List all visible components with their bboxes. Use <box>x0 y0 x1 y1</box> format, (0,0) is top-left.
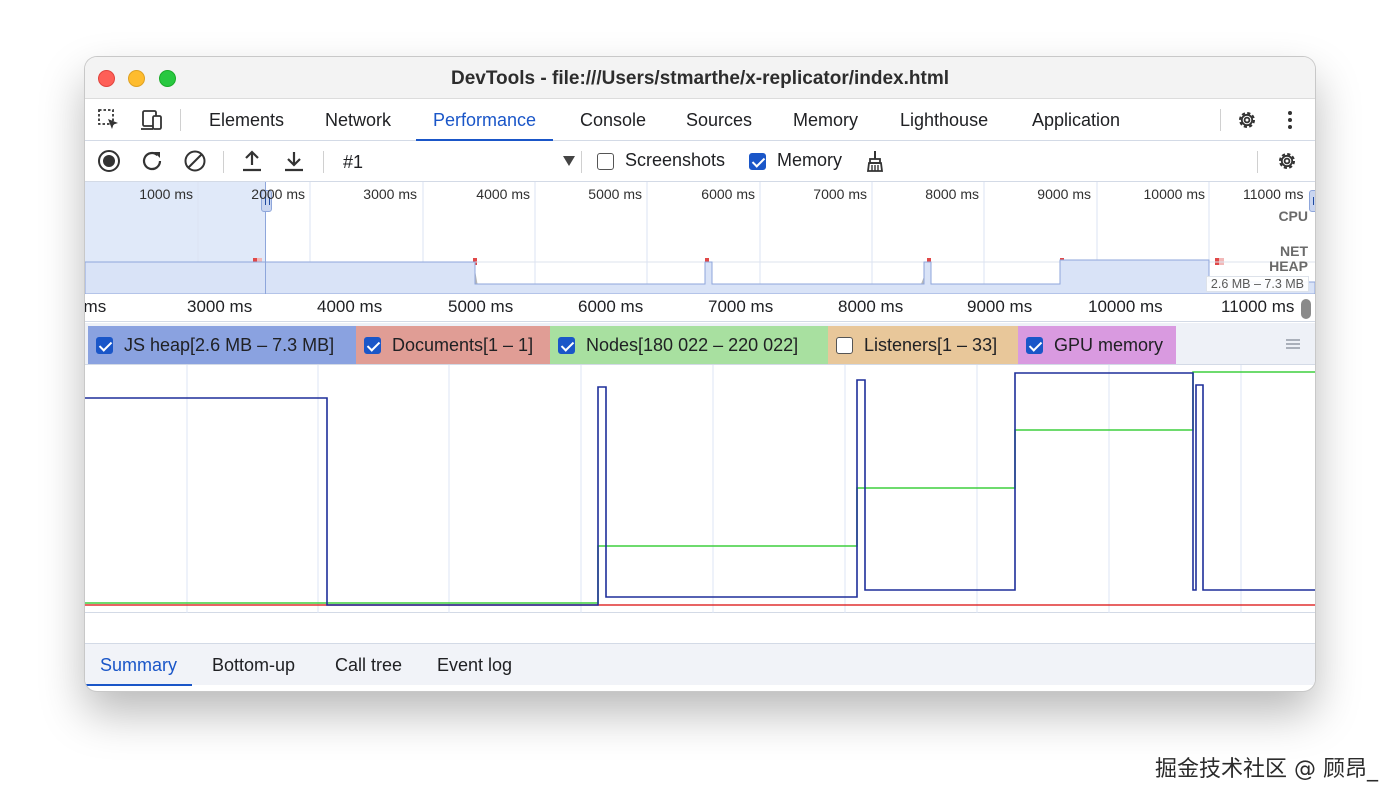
record-icon[interactable] <box>97 149 121 173</box>
screenshots-label: Screenshots <box>625 150 726 170</box>
legend-js-heap[interactable]: JS heap[2.6 MB – 7.3 MB] <box>88 326 356 364</box>
js-heap-label: JS heap[2.6 MB – 7.3 MB] <box>124 335 335 355</box>
overview-tick: 6000 ms <box>701 186 755 202</box>
overview-tick: 8000 ms <box>925 186 979 202</box>
ruler-tick: 6000 ms <box>578 297 644 316</box>
overview-tick: 4000 ms <box>476 186 530 202</box>
tab-separator <box>180 109 181 131</box>
listeners-label: Listeners[1 – 33] <box>864 335 998 355</box>
legend-gpu-memory[interactable]: GPU memory <box>1018 326 1176 364</box>
legend-nodes[interactable]: Nodes[180 022 – 220 022] <box>550 326 828 364</box>
ruler-scrollbar[interactable] <box>1301 299 1311 319</box>
chevron-down-icon <box>563 156 575 166</box>
ruler-tick: 3000 ms <box>187 297 253 316</box>
gpu-memory-label: GPU memory <box>1054 335 1164 355</box>
overview-tick: 9000 ms <box>1037 186 1091 202</box>
memory-checkbox[interactable] <box>749 153 766 170</box>
clear-icon[interactable] <box>183 149 207 173</box>
js-heap-checkbox[interactable] <box>96 337 113 354</box>
ruler-tick: 8000 ms <box>838 297 904 316</box>
window-title: DevTools - file:///Users/stmarthe/x-repl… <box>451 68 949 89</box>
reload-record-icon[interactable] <box>140 149 164 173</box>
ruler-tick: 5000 ms <box>448 297 514 316</box>
memory-counters-legend: JS heap[2.6 MB – 7.3 MB] Documents[1 – 1… <box>85 323 1315 365</box>
nodes-series-line <box>85 371 1315 604</box>
tab-network[interactable]: Network <box>308 99 408 141</box>
overview-tick: 2000 ms <box>251 186 305 202</box>
recording-select-value: #1 <box>343 152 364 172</box>
timeline-ruler: 2000 ms 3000 ms 4000 ms 5000 ms 6000 ms … <box>85 294 1315 322</box>
performance-toolbar: #1 Screenshots Memory <box>85 141 1315 182</box>
capture-settings-gear-icon[interactable] <box>1275 149 1299 173</box>
overview-tick: 10000 ms <box>1143 186 1205 202</box>
toolbar-separator <box>581 151 582 173</box>
ruler-tick: 7000 ms <box>708 297 774 316</box>
toolbar-separator <box>223 151 224 173</box>
collect-garbage-broom-icon[interactable] <box>863 149 887 173</box>
ruler-tick: 9000 ms <box>967 297 1033 316</box>
tab-performance[interactable]: Performance <box>416 99 554 141</box>
ruler-tick: 11000 ms <box>1221 297 1295 316</box>
tab-lighthouse[interactable]: Lighthouse <box>883 99 1005 141</box>
ruler-tick: 10000 ms <box>1088 297 1163 316</box>
timeline-overview[interactable]: 1000 ms 2000 ms 3000 ms 4000 ms 5000 ms … <box>85 182 1315 294</box>
tab-bottom-up[interactable]: Bottom-up <box>197 644 310 686</box>
net-track-label: NET <box>1280 243 1308 259</box>
tab-elements[interactable]: Elements <box>192 99 301 141</box>
screenshots-checkbox[interactable] <box>597 153 614 170</box>
overview-tick: 5000 ms <box>588 186 642 202</box>
toolbar-separator <box>323 151 324 173</box>
details-tab-bar: Summary Bottom-up Call tree Event log <box>85 643 1315 686</box>
ruler-tick: 2000 ms <box>85 297 107 316</box>
memory-counters-chart[interactable] <box>85 365 1315 613</box>
tab-console[interactable]: Console <box>563 99 663 141</box>
overview-tick: 3000 ms <box>363 186 417 202</box>
devtools-window: DevTools - file:///Users/stmarthe/x-repl… <box>85 57 1315 691</box>
devtools-tab-bar: Elements Network Performance Console Sou… <box>85 99 1315 141</box>
nodes-checkbox[interactable] <box>558 337 575 354</box>
legend-listeners[interactable]: Listeners[1 – 33] <box>828 326 1018 364</box>
cpu-track-label: CPU <box>1278 208 1308 224</box>
more-options-icon[interactable] <box>1278 108 1302 132</box>
tab-memory[interactable]: Memory <box>776 99 875 141</box>
documents-label: Documents[1 – 1] <box>392 335 534 355</box>
title-bar: DevTools - file:///Users/stmarthe/x-repl… <box>85 57 1315 99</box>
listeners-checkbox[interactable] <box>836 337 853 354</box>
toolbar-separator <box>1257 151 1258 173</box>
tab-call-tree[interactable]: Call tree <box>320 644 417 686</box>
inspect-element-icon[interactable] <box>97 108 121 132</box>
memory-label: Memory <box>777 150 843 170</box>
js-heap-series-line <box>85 372 1315 606</box>
memory-graph <box>85 365 1315 613</box>
gpu-memory-checkbox[interactable] <box>1026 337 1043 354</box>
legend-documents[interactable]: Documents[1 – 1] <box>356 326 550 364</box>
tab-sources[interactable]: Sources <box>669 99 769 141</box>
overview-tick: 1000 ms <box>139 186 193 202</box>
tab-separator <box>1220 109 1221 131</box>
recording-select[interactable]: #1 <box>343 150 575 174</box>
device-toolbar-icon[interactable] <box>140 108 164 132</box>
tab-application[interactable]: Application <box>1015 99 1137 141</box>
download-icon[interactable] <box>282 149 306 173</box>
heap-range-badge: 2.6 MB – 7.3 MB <box>1205 276 1309 292</box>
watermark-text: 掘金技术社区 @ 顾昂_ <box>1155 757 1378 782</box>
upload-icon[interactable] <box>240 149 264 173</box>
tab-summary[interactable]: Summary <box>85 644 193 686</box>
overview-tick: 7000 ms <box>813 186 867 202</box>
documents-checkbox[interactable] <box>364 337 381 354</box>
settings-gear-icon[interactable] <box>1235 108 1259 132</box>
ruler-tick: 4000 ms <box>317 297 383 316</box>
tab-event-log[interactable]: Event log <box>422 644 527 686</box>
overview-tick: 11000 ms <box>1243 186 1304 202</box>
heap-track-label: HEAP <box>1269 258 1308 274</box>
legend-menu-icon[interactable] <box>1286 339 1300 349</box>
nodes-label: Nodes[180 022 – 220 022] <box>586 335 799 355</box>
